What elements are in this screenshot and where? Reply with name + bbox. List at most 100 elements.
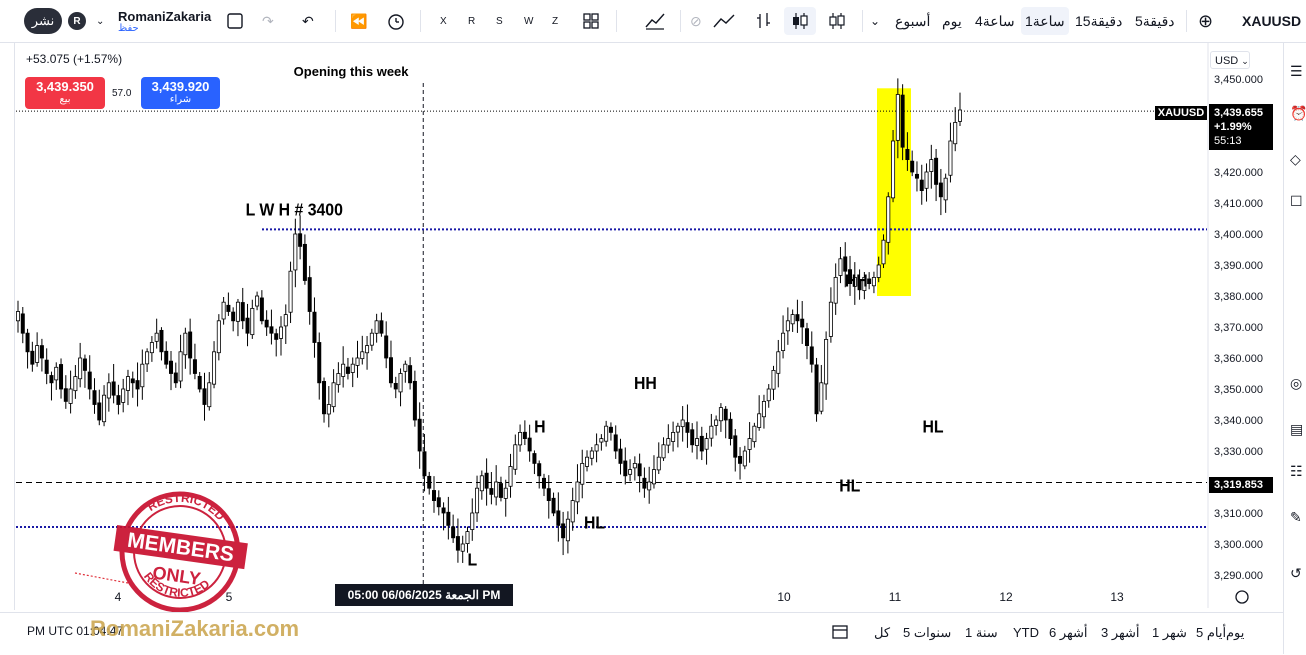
interval-day[interactable]: يوم — [942, 7, 962, 35]
hotlist-icon[interactable]: ☷ — [1290, 463, 1304, 479]
watermark: RomaniZakaria.com — [90, 616, 300, 641]
avatar[interactable]: R — [68, 12, 86, 30]
candle-body — [781, 332, 786, 352]
candle-body — [790, 314, 795, 325]
replay-icon[interactable]: ⏪ — [350, 7, 367, 35]
candle-body — [336, 373, 341, 386]
candle-body — [92, 390, 97, 405]
fullscreen-icon[interactable] — [226, 7, 244, 35]
axis-settings-icon[interactable] — [1235, 590, 1249, 604]
publish-button[interactable]: نشر — [24, 8, 62, 34]
chat-icon[interactable]: ☐ — [1290, 193, 1304, 209]
candle-body — [322, 381, 327, 415]
buy-button[interactable]: 3,439.920 شراء — [141, 77, 220, 109]
candle-body — [876, 264, 881, 278]
y-tick-label: 3,450.000 — [1214, 74, 1263, 86]
watchlist-icon[interactable]: ☰ — [1290, 63, 1304, 79]
interval-4h[interactable]: 4ساعة — [975, 7, 1015, 35]
line-chart-icon[interactable] — [712, 7, 736, 35]
tool-x-button[interactable]: X — [440, 7, 447, 35]
candle-body — [135, 380, 140, 390]
layers-icon[interactable]: ◇ — [1290, 151, 1304, 167]
layouts-grid-icon[interactable] — [582, 7, 600, 35]
y-tick-label: 3,380.000 — [1214, 291, 1263, 303]
candle-body — [522, 431, 527, 439]
redo-icon[interactable]: ↷ — [262, 7, 274, 35]
buy-label: شراء — [169, 94, 192, 105]
range-5d[interactable]: 5 أيام — [1196, 625, 1226, 641]
layout-name[interactable]: RomaniZakaria حفظ — [118, 6, 211, 36]
candle-body — [733, 435, 738, 458]
candle-body — [82, 358, 87, 371]
calendar-icon[interactable]: ▤ — [1290, 421, 1304, 437]
interval-1h[interactable]: 1ساعة — [1021, 7, 1069, 35]
spread-value: 57.0 — [112, 88, 132, 99]
candle-body — [293, 233, 298, 271]
crosshair-date-badge: 05:00 06/06/2025 الجمعة PM — [335, 584, 513, 606]
range-5y[interactable]: 5 سنوات — [903, 625, 951, 641]
annotation-5: HH — [634, 373, 657, 393]
tool-z-button[interactable]: Z — [552, 7, 558, 35]
range-ytd[interactable]: YTD — [1013, 625, 1039, 640]
notes-icon[interactable]: ✎ — [1290, 509, 1304, 525]
interval-dropdown-icon[interactable]: ⌄ — [870, 7, 880, 35]
range-all[interactable]: كل — [874, 625, 890, 641]
ideas-icon[interactable]: ◎ — [1290, 375, 1304, 391]
add-symbol-icon[interactable]: ⊕ — [1198, 7, 1213, 35]
candle-body — [87, 371, 92, 390]
price-change-legend: +53.075 (+1.57%) — [26, 52, 123, 66]
candle-body — [895, 94, 900, 141]
candle-body — [776, 351, 781, 374]
candle-body — [183, 332, 188, 356]
candle-body — [623, 460, 628, 477]
hollow-candles-icon[interactable] — [828, 7, 846, 35]
chevron-down-icon[interactable]: ⌄ — [96, 12, 104, 30]
candlestick-chart-icon[interactable] — [784, 7, 816, 35]
candle-body — [527, 437, 532, 452]
candle-body — [441, 507, 446, 514]
sell-price: 3,439.350 — [36, 79, 94, 94]
alert-clock-icon[interactable] — [386, 7, 406, 35]
candle-body — [298, 233, 303, 247]
range-3m[interactable]: 3 أشهر — [1101, 625, 1140, 641]
candle-body — [216, 320, 221, 354]
candle-body — [374, 320, 379, 334]
candle-body — [412, 380, 417, 421]
interval-week[interactable]: أسبوع — [895, 7, 930, 35]
interval-5m[interactable]: 5دقيقة — [1135, 7, 1175, 35]
symbol-search[interactable]: XAUUSD — [1242, 7, 1301, 35]
range-1m[interactable]: 1 شهر — [1152, 625, 1187, 641]
bar-chart-icon[interactable] — [756, 7, 772, 35]
candle-body — [116, 395, 121, 405]
indicators-icon[interactable] — [644, 7, 666, 35]
candle-body — [54, 366, 59, 381]
range-1y[interactable]: 1 سنة — [965, 625, 998, 641]
tool-r-button[interactable]: R — [468, 7, 475, 35]
range-1d[interactable]: يوم — [1226, 625, 1244, 641]
candle-body — [561, 523, 566, 539]
candle-body — [800, 318, 805, 328]
candle-body — [508, 466, 513, 487]
undo-icon[interactable]: ↶ — [302, 7, 314, 35]
compare-icon[interactable]: ⊘ — [690, 7, 702, 35]
candle-body — [388, 357, 393, 384]
candle-body — [379, 320, 384, 334]
interval-15m[interactable]: 15دقيقة — [1075, 7, 1122, 35]
alerts-icon[interactable]: ⏰ — [1290, 105, 1306, 121]
signals-icon[interactable]: ↺ — [1290, 565, 1304, 581]
candle-body — [565, 518, 570, 542]
candle-body — [250, 307, 255, 336]
currency-select[interactable]: USD ⌄ — [1210, 51, 1250, 69]
date-range-icon[interactable] — [830, 623, 850, 644]
candle-body — [212, 351, 217, 385]
range-6m[interactable]: 6 أشهر — [1049, 625, 1088, 641]
y-tick-label: 3,370.000 — [1214, 322, 1263, 334]
candle-body — [929, 159, 934, 172]
tool-w-button[interactable]: W — [524, 7, 533, 35]
y-tick-label: 3,390.000 — [1214, 260, 1263, 272]
candle-body — [221, 301, 226, 320]
tool-s-button[interactable]: S — [496, 7, 503, 35]
candle-body — [843, 256, 848, 272]
sell-button[interactable]: 3,439.350 بيع — [25, 77, 105, 109]
last-price-tag: 3,439.655 +1.99% 55:13 — [1209, 104, 1273, 150]
